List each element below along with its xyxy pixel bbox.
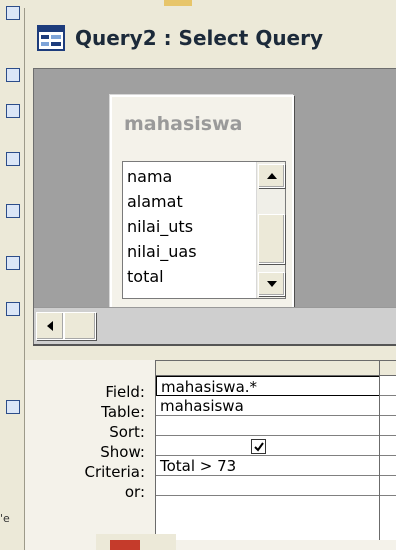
background-toolbar-strip: 'e: [0, 0, 25, 550]
row-label-table: Table:: [101, 403, 145, 421]
show-cell[interactable]: [156, 436, 380, 456]
table-cell-2[interactable]: [380, 396, 396, 416]
criteria-cell-2[interactable]: [380, 456, 396, 476]
scroll-down-button[interactable]: [258, 272, 285, 296]
toolbar-icon-1[interactable]: [6, 6, 20, 20]
field-list[interactable]: nama alamat nilai_uts nilai_uas total: [122, 161, 286, 299]
toolbar-icon-3[interactable]: [6, 104, 20, 118]
design-grid: Field: Table: Sort: Show: Criteria: or: …: [25, 360, 396, 550]
row-label-or: or:: [124, 483, 145, 501]
field-cell-2[interactable]: [380, 376, 396, 396]
background-app-icon: [110, 540, 140, 550]
horizontal-scroll-thumb[interactable]: [64, 312, 96, 340]
table-cell[interactable]: mahasiswa: [156, 396, 380, 416]
table-name: mahasiswa: [124, 113, 243, 135]
show-cell-2[interactable]: [380, 436, 396, 456]
pane-horizontal-scrollbar[interactable]: [34, 307, 396, 344]
background-label: 'e: [0, 512, 10, 525]
arrow-left-icon: [47, 321, 53, 331]
scroll-up-button[interactable]: [258, 164, 285, 188]
toolbar-icon-5[interactable]: [6, 204, 20, 218]
table-field-list-window[interactable]: mahasiswa nama alamat nilai_uts nilai_ua…: [110, 95, 294, 311]
background-top-strip: [24, 0, 396, 8]
column-selector[interactable]: [156, 360, 380, 376]
grid-column-1[interactable]: mahasiswa.* mahasiswa Total > 73: [155, 360, 380, 540]
toolbar-icon-4[interactable]: [6, 152, 20, 166]
toolbar-icon-6[interactable]: [6, 256, 20, 270]
sort-cell-2[interactable]: [380, 416, 396, 436]
table-pane[interactable]: mahasiswa nama alamat nilai_uts nilai_ua…: [33, 68, 396, 346]
or-cell-2[interactable]: [380, 476, 396, 496]
background-taskbar-fragment: [96, 534, 176, 550]
window-titlebar[interactable]: Query2 : Select Query: [25, 12, 396, 64]
row-label-field: Field:: [105, 383, 145, 401]
window-title: Query2 : Select Query: [75, 26, 324, 50]
toolbar-icon-8[interactable]: [6, 400, 20, 414]
checkmark-icon: [253, 441, 264, 452]
row-label-criteria: Criteria:: [84, 463, 146, 481]
query-icon: [37, 25, 65, 51]
background-tab-mark: [164, 0, 192, 6]
scroll-left-button[interactable]: [36, 312, 64, 340]
sort-cell[interactable]: [156, 416, 380, 436]
scroll-thumb[interactable]: [258, 214, 285, 264]
or-cell[interactable]: [156, 476, 380, 496]
grid-row-labels: Field: Table: Sort: Show: Criteria: or:: [25, 382, 149, 502]
row-label-show: Show:: [100, 443, 145, 461]
show-checkbox[interactable]: [251, 439, 266, 454]
query-window: Query2 : Select Query mahasiswa nama ala…: [24, 8, 396, 550]
row-label-sort: Sort:: [109, 423, 145, 441]
grid-column-2[interactable]: [379, 360, 396, 540]
toolbar-icon-7[interactable]: [6, 302, 20, 316]
field-cell[interactable]: mahasiswa.*: [156, 376, 380, 396]
arrow-up-icon: [266, 173, 277, 179]
criteria-cell[interactable]: Total > 73: [156, 456, 380, 476]
arrow-down-icon: [266, 281, 277, 287]
toolbar-icon-2[interactable]: [6, 68, 20, 82]
column-selector-2[interactable]: [380, 360, 396, 376]
field-list-scrollbar[interactable]: [256, 162, 285, 298]
